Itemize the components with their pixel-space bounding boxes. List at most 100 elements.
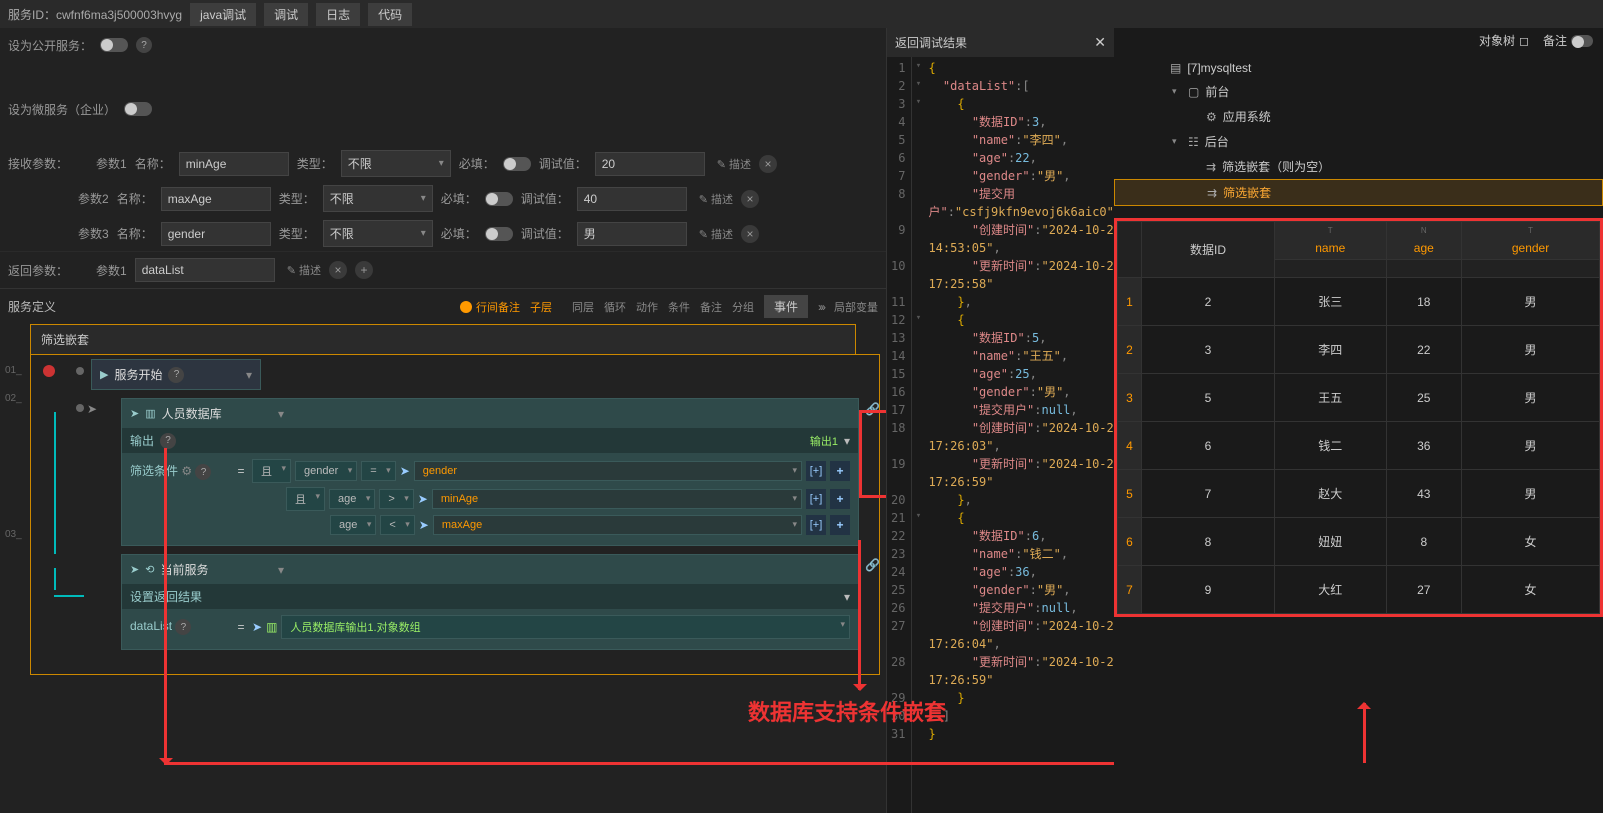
chevron-down-icon[interactable]: ▾ — [246, 368, 252, 382]
link-icon[interactable]: 🔗 — [865, 558, 879, 572]
db-output-ref[interactable]: 人员数据库输出1.对象数组 — [281, 615, 850, 639]
param-required-toggle[interactable] — [503, 157, 531, 171]
help-icon[interactable]: ? — [160, 433, 176, 449]
same-level-tab[interactable]: 同层 — [572, 299, 594, 315]
log-button[interactable]: 日志 — [316, 3, 360, 26]
param-type-select[interactable]: 不限 — [341, 150, 451, 177]
micro-service-toggle[interactable] — [124, 102, 152, 116]
remove-param-button[interactable]: × — [759, 155, 777, 173]
field-select[interactable]: age — [329, 489, 375, 509]
param-name-input[interactable] — [161, 222, 271, 246]
remove-param-button[interactable]: × — [741, 225, 759, 243]
add-cond-button[interactable]: + — [830, 461, 850, 481]
op-select[interactable]: < — [380, 515, 414, 535]
cond-tab[interactable]: 条件 — [668, 299, 690, 315]
table-row[interactable]: 57赵大43男 — [1118, 470, 1600, 518]
param-desc-link[interactable]: 描述 — [699, 191, 733, 207]
annotation-text: 数据库支持条件嵌套 — [748, 695, 886, 727]
param-required-toggle[interactable] — [485, 192, 513, 206]
help-icon[interactable]: ? — [136, 37, 152, 53]
data-table: 数据ID Tname Nage Tgender 12张三18男23李四22男35… — [1114, 218, 1603, 617]
param-debug-input[interactable] — [577, 187, 687, 211]
return-params-label: 返回参数： — [8, 262, 88, 279]
tree-item[interactable]: ▾▢前台 — [1114, 79, 1603, 104]
param-type-select[interactable]: 不限 — [323, 220, 433, 247]
public-service-toggle[interactable] — [100, 38, 128, 52]
tree-item[interactable]: ▤[7]mysqltest — [1114, 57, 1603, 79]
param-desc-link[interactable]: 描述 — [699, 226, 733, 242]
field-select[interactable]: age — [330, 515, 376, 535]
return-param-desc-link[interactable]: 描述 — [287, 262, 321, 278]
cursor-icon: ➤ — [418, 492, 428, 506]
chevron-down-icon[interactable]: ▾ — [278, 563, 284, 577]
code-button[interactable]: 代码 — [368, 3, 412, 26]
tree-item[interactable]: ⇉筛选嵌套（则为空） — [1114, 154, 1603, 179]
java-debug-button[interactable]: java调试 — [190, 3, 256, 26]
table-row[interactable]: 12张三18男 — [1118, 278, 1600, 326]
top-bar: 服务ID：cwfnf6ma3j500003hvyg java调试 调试 日志 代… — [0, 0, 1603, 28]
service-start-node[interactable]: ▶服务开始?▾ — [91, 359, 261, 390]
inline-note-toggle[interactable]: 行间备注 — [476, 299, 520, 315]
and-operator-select[interactable]: 且 — [286, 487, 325, 511]
and-operator-select[interactable]: 且 — [252, 459, 291, 483]
current-service-node[interactable]: ➤ ⟲ 当前服务 ▾ 设置返回结果 ▾ dataList ? = — [121, 554, 859, 650]
table-row[interactable]: 23李四22男 — [1118, 326, 1600, 374]
output-tag[interactable]: 输出1 — [810, 433, 838, 449]
tree-item[interactable]: ▾☷后台 — [1114, 129, 1603, 154]
remove-param-button[interactable]: × — [741, 190, 759, 208]
param-debug-input[interactable] — [595, 152, 705, 176]
object-tree-tab[interactable]: 对象树 ◻ — [1479, 32, 1529, 49]
value-input[interactable]: maxAge — [433, 515, 802, 535]
link-icon[interactable]: 🔗 — [865, 402, 879, 416]
db-node[interactable]: ➤ ▥ 人员数据库 ▾ 输出 ? 输出1 ▾ 筛选条件 ⚙ ? — [121, 398, 859, 546]
value-input[interactable]: gender — [414, 461, 802, 481]
loop-tab[interactable]: 循环 — [604, 299, 626, 315]
table-row[interactable]: 68妞妞8女 — [1118, 518, 1600, 566]
return-param-name-input[interactable] — [135, 258, 275, 282]
remove-return-param-button[interactable]: × — [329, 261, 347, 279]
tree-item[interactable]: ⚙应用系统 — [1114, 104, 1603, 129]
help-icon[interactable]: ? — [195, 464, 211, 480]
add-return-param-button[interactable]: + — [355, 261, 373, 279]
add-cond-button[interactable]: + — [830, 515, 850, 535]
group-button[interactable]: [+] — [806, 489, 826, 509]
chevrons-icon: ››› — [818, 300, 824, 314]
table-row[interactable]: 35王五25男 — [1118, 374, 1600, 422]
tree-item[interactable]: ⇉筛选嵌套 — [1114, 179, 1603, 206]
help-icon[interactable]: ? — [168, 367, 184, 383]
note-tab[interactable]: 备注 — [700, 299, 722, 315]
group-button[interactable]: [+] — [806, 515, 826, 535]
param-name-input[interactable] — [161, 187, 271, 211]
close-icon[interactable]: ✕ — [1094, 34, 1106, 51]
note-tab[interactable]: 备注 — [1543, 32, 1593, 49]
field-select[interactable]: gender — [295, 461, 357, 481]
op-select[interactable]: = — [361, 461, 395, 481]
service-def-bar: 服务定义 行间备注 子层 同层 循环 动作 条件 备注 分组 事件 ››› 局部… — [0, 288, 886, 324]
param-type-select[interactable]: 不限 — [323, 185, 433, 212]
add-cond-button[interactable]: + — [830, 489, 850, 509]
chevron-down-icon[interactable]: ▾ — [844, 434, 850, 448]
filter-title: 筛选嵌套 — [30, 324, 856, 354]
event-button[interactable]: 事件 — [764, 295, 808, 318]
value-input[interactable]: minAge — [432, 489, 802, 509]
op-select[interactable]: > — [379, 489, 413, 509]
breakpoint-icon[interactable] — [43, 365, 55, 377]
chevron-down-icon[interactable]: ▾ — [844, 590, 850, 604]
param-debug-input[interactable] — [577, 222, 687, 246]
group-button[interactable]: [+] — [806, 461, 826, 481]
help-icon[interactable]: ? — [175, 619, 191, 635]
table-row[interactable]: 79大红27女 — [1118, 566, 1600, 614]
cube-icon: ◻ — [1519, 34, 1529, 48]
debug-button[interactable]: 调试 — [264, 3, 308, 26]
table-row[interactable]: 46钱二36男 — [1118, 422, 1600, 470]
param-name-input[interactable] — [179, 152, 289, 176]
param-desc-link[interactable]: 描述 — [717, 156, 751, 172]
action-tab[interactable]: 动作 — [636, 299, 658, 315]
group-tab[interactable]: 分组 — [732, 299, 754, 315]
local-var-tab[interactable]: 局部变量 — [834, 299, 878, 315]
chevron-down-icon[interactable]: ▾ — [278, 407, 284, 421]
tree-icon: ▤ — [1170, 61, 1181, 75]
sub-level-tab[interactable]: 子层 — [530, 299, 552, 315]
param-required-toggle[interactable] — [485, 227, 513, 241]
json-output[interactable]: { "dataList":[ { "数据ID":3, "name":"李四", … — [924, 57, 1114, 813]
